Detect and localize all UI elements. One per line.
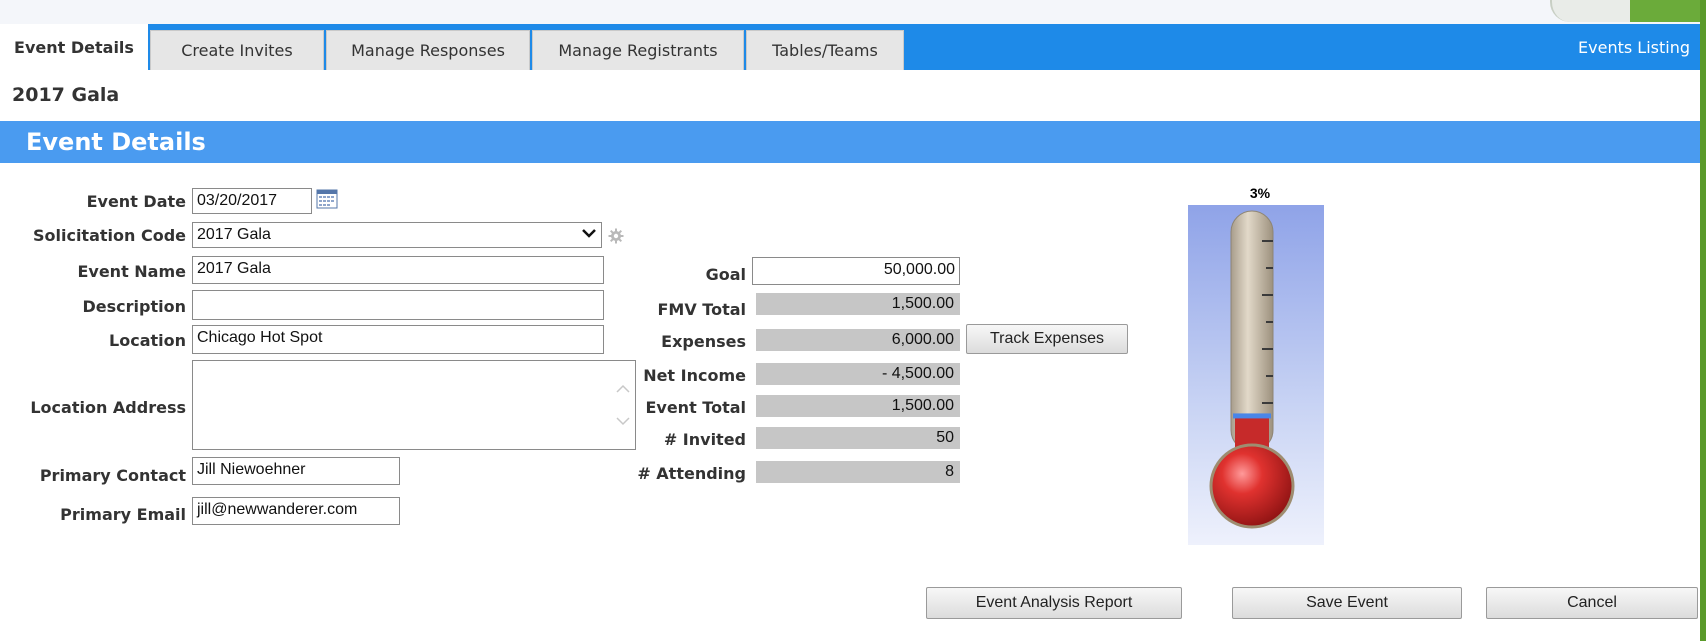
primary-email-label: Primary Email — [60, 505, 186, 524]
event-total-label: Event Total — [645, 398, 746, 417]
solicitation-code-value: 2017 Gala — [197, 226, 271, 243]
primary-email-input[interactable]: jill@newwanderer.com — [192, 497, 400, 525]
event-name-input[interactable]: 2017 Gala — [192, 256, 604, 284]
description-input[interactable] — [192, 290, 604, 320]
events-listing-link[interactable]: Events Listing — [1578, 38, 1690, 57]
gear-icon[interactable] — [608, 228, 624, 244]
tab-manage-registrants[interactable]: Manage Registrants — [532, 30, 744, 70]
tab-manage-responses[interactable]: Manage Responses — [326, 30, 530, 70]
top-strip — [0, 0, 1706, 24]
section-title: Event Details — [26, 128, 206, 156]
location-input[interactable]: Chicago Hot Spot — [192, 325, 604, 354]
thermometer-bulb — [1209, 443, 1295, 529]
solicitation-code-label: Solicitation Code — [32, 226, 186, 245]
event-total-value: 1,500.00 — [756, 395, 960, 417]
fmv-total-label: FMV Total — [657, 300, 746, 319]
invited-label: # Invited — [663, 430, 746, 449]
description-label: Description — [82, 297, 186, 316]
primary-contact-input[interactable]: Jill Niewoehner — [192, 457, 400, 485]
primary-contact-label: Primary Contact — [39, 466, 186, 485]
location-address-textarea[interactable] — [192, 360, 636, 450]
invited-value: 50 — [756, 427, 960, 449]
save-event-button[interactable]: Save Event — [1232, 587, 1462, 619]
location-label: Location — [109, 331, 186, 350]
attending-value: 8 — [756, 461, 960, 483]
page-title: 2017 Gala — [12, 84, 120, 106]
corner-decoration-green — [1630, 0, 1706, 22]
solicitation-code-select[interactable]: 2017 Gala — [192, 222, 602, 248]
attending-label: # Attending — [637, 464, 746, 483]
tab-event-details[interactable]: Event Details — [0, 24, 148, 70]
goal-thermometer — [1188, 205, 1324, 545]
event-analysis-report-button[interactable]: Event Analysis Report — [926, 587, 1182, 619]
event-date-label: Event Date — [86, 192, 186, 211]
calendar-icon[interactable] — [316, 189, 338, 209]
goal-input[interactable]: 50,000.00 — [752, 257, 960, 285]
location-address-label: Location Address — [30, 398, 186, 417]
track-expenses-button[interactable]: Track Expenses — [966, 324, 1128, 354]
goal-percent-label: 3% — [1249, 185, 1271, 201]
tab-tables-teams[interactable]: Tables/Teams — [746, 30, 904, 70]
expenses-value: 6,000.00 — [756, 329, 960, 351]
tab-bar: Event Details Create Invites Manage Resp… — [0, 24, 1700, 70]
event-name-label: Event Name — [77, 262, 186, 281]
thermometer-level-marker — [1233, 413, 1271, 419]
thermometer-graphic — [1209, 210, 1295, 529]
chevron-down-icon — [581, 225, 597, 245]
right-edge-border — [1700, 0, 1706, 641]
tab-create-invites[interactable]: Create Invites — [150, 30, 324, 70]
fmv-total-value: 1,500.00 — [756, 293, 960, 315]
event-date-input[interactable]: 03/20/2017 — [192, 188, 312, 214]
net-income-value: - 4,500.00 — [756, 363, 960, 385]
net-income-label: Net Income — [643, 366, 746, 385]
section-header: Event Details — [0, 121, 1700, 163]
expenses-label: Expenses — [661, 332, 746, 351]
goal-label: Goal — [705, 265, 746, 284]
cancel-button[interactable]: Cancel — [1486, 587, 1698, 619]
